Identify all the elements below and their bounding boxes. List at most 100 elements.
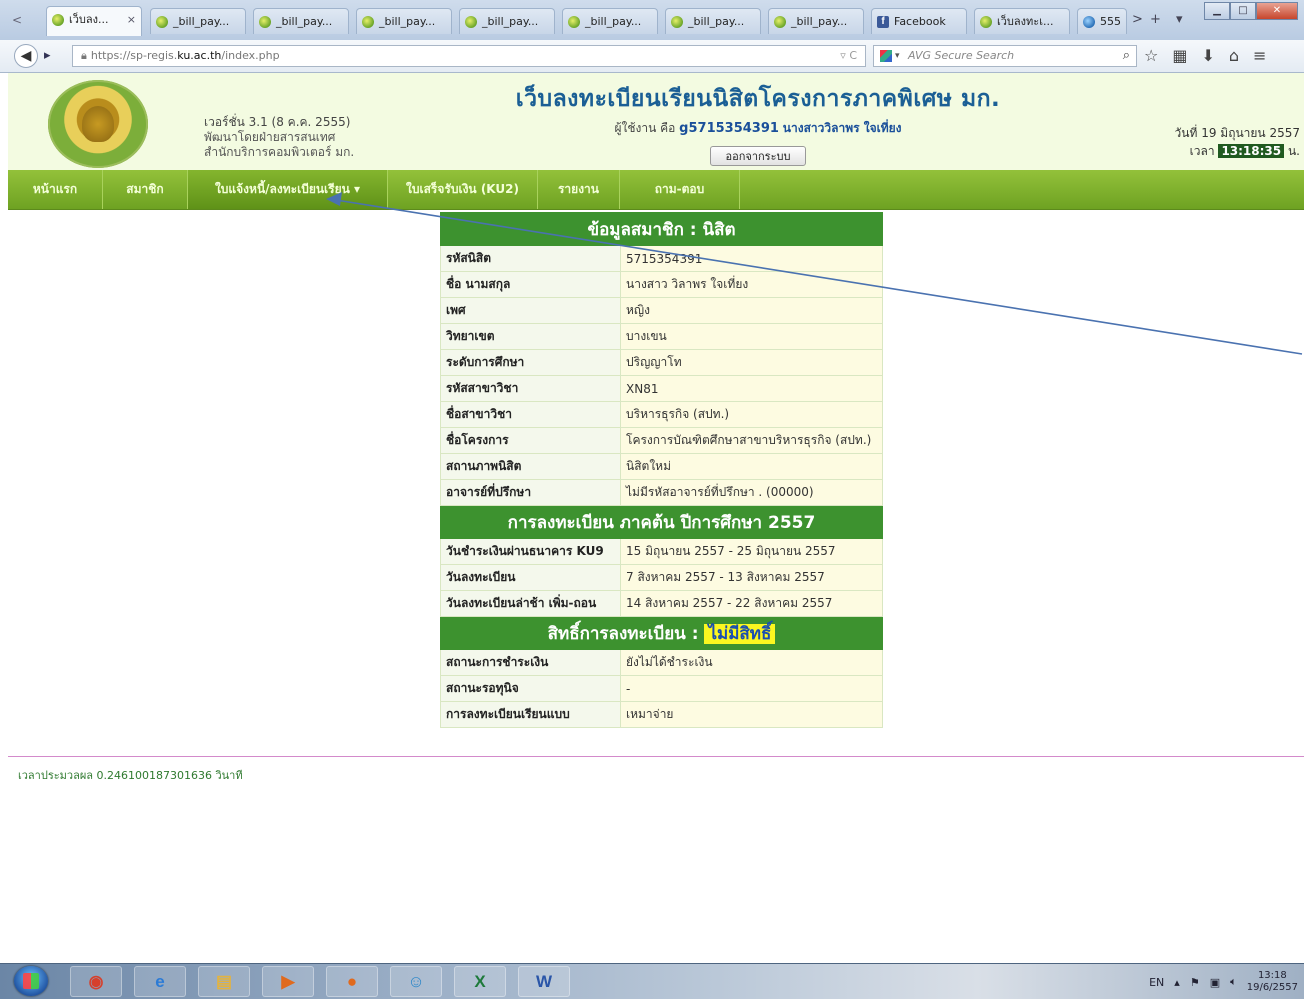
minimize-icon[interactable]: ▁ bbox=[1204, 2, 1230, 20]
ie-icon[interactable]: e bbox=[134, 966, 186, 997]
table-row: อาจารย์ที่ปรึกษา ไม่มีรหัสอาจารย์ที่ปรึกษ… bbox=[440, 479, 883, 506]
new-tab-button[interactable]: + bbox=[1150, 12, 1161, 27]
ku-seal-icon bbox=[671, 16, 683, 28]
user-info: ผู้ใช้งาน คือ g5715354391 นางสาววิลาพร ใ… bbox=[614, 121, 902, 136]
taskbar-clock[interactable]: 13:18 19/6/2557 bbox=[1247, 970, 1298, 994]
site-identity-icon[interactable]: ▸ bbox=[44, 48, 51, 63]
table-row: วันชำระเงินผ่านธนาคาร KU9 15 มิถุนายน 255… bbox=[440, 538, 883, 565]
browser-tab[interactable]: _bill_pay... bbox=[665, 8, 761, 34]
avg-logo-icon bbox=[880, 50, 892, 62]
address-bar[interactable]: 🔒︎ https://sp-regis.ku.ac.th/index.php ▿ … bbox=[72, 45, 866, 67]
language-indicator[interactable]: EN bbox=[1149, 976, 1164, 989]
menu-report[interactable]: รายงาน bbox=[538, 170, 620, 209]
search-box[interactable]: ▾ AVG Secure Search ⌕ bbox=[873, 45, 1137, 67]
main-menu: หน้าแรก สมาชิก ใบแจ้งหนี้/ลงทะเบียนเรียน… bbox=[8, 170, 1304, 210]
tab-scroll-left-icon[interactable]: < bbox=[8, 10, 26, 30]
start-button[interactable] bbox=[14, 966, 48, 996]
table-row: เพศ หญิง bbox=[440, 297, 883, 324]
browser-toolbar: ☆ ▦ ⬇ ⌂ ≡ bbox=[1144, 46, 1266, 65]
ku-seal-icon bbox=[568, 16, 580, 28]
section-heading-registration: การลงทะเบียน ภาคต้น ปีการศึกษา 2557 bbox=[440, 505, 883, 539]
system-tray: EN ▴ ⚑ ▣ 🔈︎ 13:18 19/6/2557 bbox=[1149, 968, 1298, 996]
search-engine-dropdown-icon[interactable]: ▾ bbox=[895, 46, 900, 66]
tab-scroll-right-icon[interactable]: > bbox=[1132, 12, 1143, 27]
windows-taskbar: ◉ e ▤ ▶ ● ☺ X W EN ▴ ⚑ ▣ 🔈︎ 13:18 19/6/2557 bbox=[0, 963, 1304, 999]
reload-icon[interactable]: ▿ C bbox=[840, 46, 857, 66]
browser-tab-bar: < เว็บลง... × _bill_pay... _bill_pay... … bbox=[0, 0, 1304, 41]
excel-icon[interactable]: X bbox=[454, 966, 506, 997]
ku-seal-icon bbox=[156, 16, 168, 28]
downloads-icon[interactable]: ⬇ bbox=[1201, 46, 1214, 65]
ku-seal-icon bbox=[774, 16, 786, 28]
browser-tab-facebook[interactable]: f Facebook bbox=[871, 8, 967, 34]
date-time: วันที่ 19 มิถุนายน 2557 เวลา 13:18:35 น. bbox=[1174, 126, 1300, 158]
tab-list-icon[interactable]: ▾ bbox=[1176, 12, 1183, 27]
ku-seal-icon bbox=[52, 14, 64, 26]
window-controls: ▁ □ ✕ bbox=[1204, 2, 1298, 20]
table-row: สถานะการชำระเงิน ยังไม่ได้ชำระเงิน bbox=[440, 649, 883, 676]
media-player-icon[interactable]: ▶ bbox=[262, 966, 314, 997]
menu-icon[interactable]: ≡ bbox=[1253, 46, 1266, 65]
table-row: รหัสสาขาวิชา XN81 bbox=[440, 375, 883, 402]
browser-tab[interactable]: 555 bbox=[1077, 8, 1127, 34]
word-icon[interactable]: W bbox=[518, 966, 570, 997]
menu-invoice-registration[interactable]: ใบแจ้งหนี้/ลงทะเบียนเรียน ▾ bbox=[188, 170, 388, 209]
globe-icon bbox=[1083, 16, 1095, 28]
table-row: วันลงทะเบียน 7 สิงหาคม 2557 - 13 สิงหาคม … bbox=[440, 564, 883, 591]
browser-tab[interactable]: _bill_pay... bbox=[356, 8, 452, 34]
menu-receipt[interactable]: ใบเสร็จรับเงิน (KU2) bbox=[388, 170, 538, 209]
network-icon[interactable]: ▣ bbox=[1210, 976, 1220, 989]
lock-icon: 🔒︎ bbox=[81, 49, 87, 62]
browser-tab[interactable]: เว็บลงทะเ... bbox=[974, 8, 1070, 34]
table-row: ชื่อสาขาวิชา บริหารธุรกิจ (สปท.) bbox=[440, 401, 883, 428]
version-info: เวอร์ชั่น 3.1 (8 ค.ค. 2555) พัฒนาโดยฝ่าย… bbox=[204, 115, 355, 159]
footer-divider bbox=[8, 756, 1304, 757]
bookmarks-list-icon[interactable]: ▦ bbox=[1172, 46, 1187, 65]
ku-seal-logo bbox=[48, 80, 148, 168]
menu-member[interactable]: สมาชิก bbox=[103, 170, 188, 209]
logout-button[interactable]: ออกจากระบบ bbox=[710, 146, 806, 166]
table-row: ระดับการศึกษา ปริญญาโท bbox=[440, 349, 883, 376]
search-icon[interactable]: ⌕ bbox=[1123, 46, 1130, 66]
home-icon[interactable]: ⌂ bbox=[1229, 46, 1239, 65]
table-row: สถานภาพนิสิต นิสิตใหม่ bbox=[440, 453, 883, 480]
browser-tab[interactable]: _bill_pay... bbox=[253, 8, 349, 34]
table-row: การลงทะเบียนเรียนแบบ เหมาจ่าย bbox=[440, 701, 883, 728]
clock: 13:18:35 bbox=[1218, 144, 1285, 158]
table-row: วิทยาเขต บางเขน bbox=[440, 323, 883, 350]
section-heading-rights: สิทธิ์การลงทะเบียน : ไม่มีสิทธิ์ bbox=[440, 616, 883, 650]
user-id: g5715354391 bbox=[679, 121, 779, 136]
maximize-icon[interactable]: □ bbox=[1230, 2, 1256, 20]
messenger-icon[interactable]: ☺ bbox=[390, 966, 442, 997]
facebook-icon: f bbox=[877, 16, 889, 28]
table-row: รหัสนิสิต 5715354391 bbox=[440, 245, 883, 272]
browser-tab[interactable]: เว็บลง... × bbox=[46, 6, 142, 36]
ku-seal-icon bbox=[465, 16, 477, 28]
member-info-table: ข้อมูลสมาชิก : นิสิต รหัสนิสิต 5715354391… bbox=[440, 212, 883, 728]
tray-expand-icon[interactable]: ▴ bbox=[1174, 976, 1180, 989]
back-arrow-icon[interactable]: ◀ bbox=[14, 44, 38, 68]
table-row: ชื่อ นามสกุล นางสาว วิลาพร ใจเที่ยง bbox=[440, 271, 883, 298]
volume-icon[interactable]: 🔈︎ bbox=[1230, 975, 1237, 989]
browser-tab[interactable]: _bill_pay... bbox=[150, 8, 246, 34]
ku-seal-icon bbox=[980, 16, 992, 28]
chrome-icon[interactable]: ◉ bbox=[70, 966, 122, 997]
table-row: ชื่อโครงการ โครงการบัณฑิตศึกษาสาขาบริหารธ… bbox=[440, 427, 883, 454]
site-header: เวอร์ชั่น 3.1 (8 ค.ค. 2555) พัฒนาโดยฝ่าย… bbox=[8, 73, 1304, 170]
browser-tab[interactable]: _bill_pay... bbox=[768, 8, 864, 34]
user-name: นางสาววิลาพร ใจเที่ยง bbox=[782, 121, 902, 135]
page-content: เวอร์ชั่น 3.1 (8 ค.ค. 2555) พัฒนาโดยฝ่าย… bbox=[8, 73, 1304, 963]
firefox-icon[interactable]: ● bbox=[326, 966, 378, 997]
page-title: เว็บลงทะเบียนเรียนนิสิตโครงการภาคพิเศษ ม… bbox=[515, 86, 1001, 112]
flag-icon[interactable]: ⚑ bbox=[1190, 976, 1200, 989]
browser-tab[interactable]: _bill_pay... bbox=[459, 8, 555, 34]
file-explorer-icon[interactable]: ▤ bbox=[198, 966, 250, 997]
bookmark-star-icon[interactable]: ☆ bbox=[1144, 46, 1158, 65]
ku-seal-icon bbox=[362, 16, 374, 28]
menu-home[interactable]: หน้าแรก bbox=[8, 170, 103, 209]
close-window-icon[interactable]: ✕ bbox=[1256, 2, 1298, 20]
browser-tab[interactable]: _bill_pay... bbox=[562, 8, 658, 34]
menu-faq[interactable]: ถาม-ตอบ bbox=[620, 170, 740, 209]
tab-close-icon[interactable]: × bbox=[127, 7, 136, 33]
table-row: สถานะรอทุนิจ - bbox=[440, 675, 883, 702]
